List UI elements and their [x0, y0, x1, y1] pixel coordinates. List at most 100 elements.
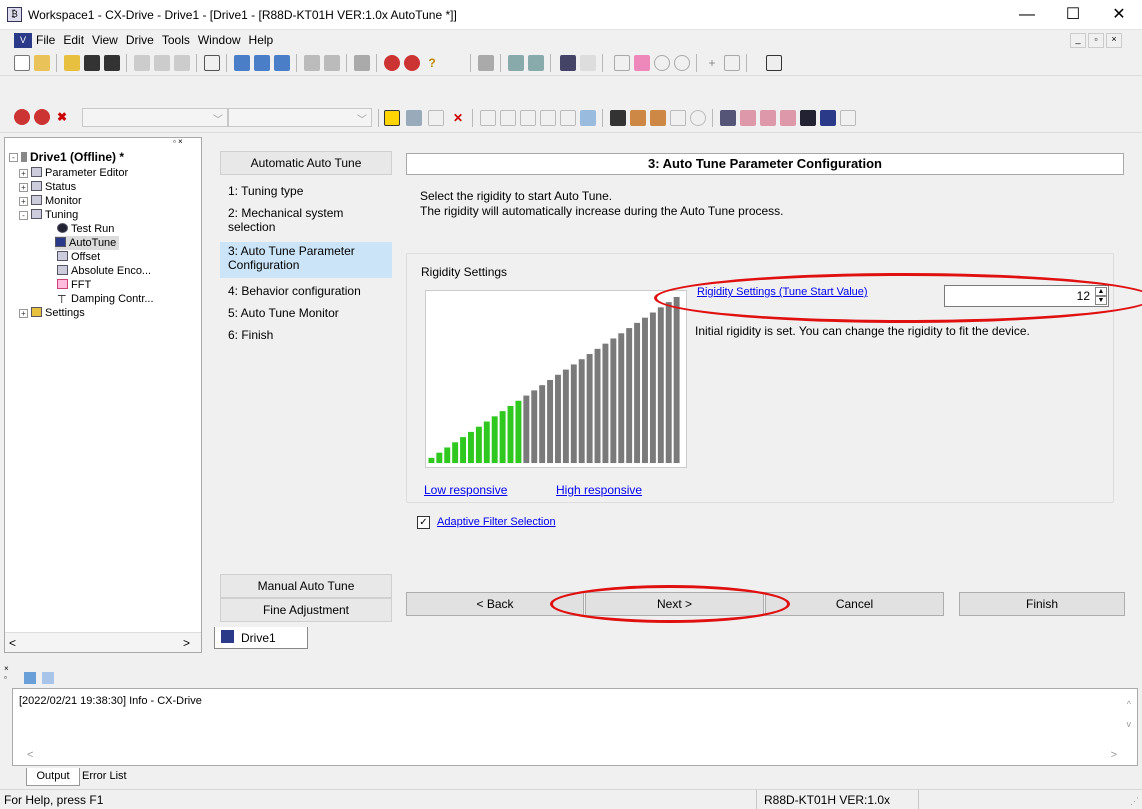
graph-icon[interactable]	[740, 110, 756, 126]
adaptive-filter-checkbox[interactable]: ✓	[417, 516, 430, 529]
view-1-icon[interactable]	[234, 55, 250, 71]
scroll-down-icon[interactable]: v	[1127, 719, 1132, 729]
parameter-editor-icon[interactable]	[720, 110, 736, 126]
nav-fine-adjustment[interactable]: Fine Adjustment	[220, 598, 392, 622]
save-icon[interactable]	[84, 55, 100, 71]
nav-step-5[interactable]: 5: Auto Tune Monitor	[228, 306, 400, 320]
tree-item-absolute-encoder[interactable]: Absolute Enco...	[57, 264, 151, 278]
mdi-restore-button[interactable]: ▫	[1088, 33, 1104, 48]
alarm-icon[interactable]	[650, 110, 666, 126]
menu-view[interactable]: View	[88, 30, 122, 50]
menu-edit[interactable]: Edit	[59, 30, 88, 50]
param-grey-3-icon[interactable]	[500, 110, 516, 126]
tree-item-test-run[interactable]: Test Run	[57, 222, 114, 236]
connect-drive-icon[interactable]	[14, 109, 30, 125]
status-icon[interactable]	[610, 110, 626, 126]
tree-item-autotune[interactable]: AutoTune	[55, 236, 120, 250]
open-icon[interactable]	[64, 55, 80, 71]
param-grey-2-icon[interactable]	[480, 110, 496, 126]
disconnect-drive-icon[interactable]	[34, 109, 50, 125]
clear-output-icon[interactable]	[24, 672, 36, 684]
rigidity-bar-31[interactable]	[665, 302, 672, 464]
rigidity-bar-1[interactable]	[428, 457, 435, 464]
rigidity-bar-21[interactable]	[586, 354, 593, 464]
cut-icon[interactable]	[134, 55, 150, 71]
new-file-icon[interactable]	[14, 55, 30, 71]
compare-icon[interactable]	[528, 55, 544, 71]
copy-icon[interactable]	[154, 55, 170, 71]
warning-icon[interactable]	[384, 110, 400, 126]
rigidity-bar-27[interactable]	[634, 322, 641, 464]
tree-expand-parameter-editor[interactable]: +	[19, 169, 28, 178]
test-run-icon[interactable]	[800, 110, 816, 126]
minimize-button[interactable]: —	[1004, 0, 1050, 30]
rigidity-bar-17[interactable]	[555, 374, 561, 464]
param-grey-5-icon[interactable]	[540, 110, 556, 126]
rigidity-bar-24[interactable]	[610, 338, 617, 464]
rigidity-bar-25[interactable]	[618, 333, 625, 464]
nav-step-4[interactable]: 4: Behavior configuration	[228, 284, 400, 298]
view-2-icon[interactable]	[254, 55, 270, 71]
tree-expand-status[interactable]: +	[19, 183, 28, 192]
autotune-icon[interactable]	[820, 110, 836, 126]
zoom-out-icon[interactable]	[674, 55, 690, 71]
rigidity-bar-7[interactable]	[475, 426, 482, 464]
param-grey-4-icon[interactable]	[520, 110, 536, 126]
zoom-in-icon[interactable]	[654, 55, 670, 71]
trace-icon[interactable]	[670, 110, 686, 126]
rigidity-bar-8[interactable]	[483, 421, 490, 464]
rigidity-bar-19[interactable]	[570, 364, 577, 464]
rigidity-bar-11[interactable]	[507, 405, 514, 464]
rigidity-bar-12[interactable]	[515, 400, 522, 464]
close-button[interactable]: ✕	[1096, 0, 1142, 30]
menu-window[interactable]: Window	[194, 30, 245, 50]
drive-combo-1[interactable]: ﹀	[82, 108, 228, 127]
settings-grey-icon[interactable]	[840, 110, 856, 126]
rigidity-bar-28[interactable]	[642, 317, 648, 464]
param-grey-1-icon[interactable]	[428, 110, 444, 126]
rigidity-bar-3[interactable]	[444, 447, 451, 464]
menu-file[interactable]: File	[32, 30, 59, 50]
print-icon[interactable]	[304, 55, 320, 71]
mdi-minimize-button[interactable]: _	[1070, 33, 1086, 48]
rigidity-bar-2[interactable]	[436, 452, 443, 464]
nav-manual-auto-tune[interactable]: Manual Auto Tune	[220, 574, 392, 598]
scroll-left-icon[interactable]: <	[27, 749, 33, 761]
zoom-select-icon[interactable]	[634, 55, 650, 71]
tree-expand-settings[interactable]: +	[19, 309, 28, 318]
menu-tools[interactable]: Tools	[158, 30, 194, 50]
tree-item-status[interactable]: Status	[31, 180, 76, 194]
power-icon[interactable]	[690, 110, 706, 126]
tree-item-damping-control[interactable]: ⊤ Damping Contr...	[57, 292, 154, 306]
tree-hscrollbar[interactable]: < >	[5, 632, 201, 652]
rigidity-level-chart[interactable]	[425, 290, 687, 468]
rigidity-bar-14[interactable]	[531, 390, 538, 464]
paste-icon[interactable]	[174, 55, 190, 71]
tool-icon[interactable]	[406, 110, 422, 126]
param-blue-icon[interactable]	[580, 110, 596, 126]
rigidity-bar-22[interactable]	[594, 348, 601, 464]
maximize-button[interactable]: ☐	[1050, 0, 1096, 30]
copy-output-icon[interactable]	[42, 672, 54, 684]
find-icon[interactable]	[354, 55, 370, 71]
zoom-fit-icon[interactable]	[614, 55, 630, 71]
save-all-icon[interactable]	[104, 55, 120, 71]
analysis-icon[interactable]	[760, 110, 776, 126]
window-icon[interactable]	[766, 55, 782, 71]
tree-collapse-tuning[interactable]: -	[19, 211, 28, 220]
doc-tab-drive1[interactable]: Drive1	[214, 627, 308, 649]
rigidity-bar-20[interactable]	[578, 359, 585, 464]
fft-icon[interactable]	[780, 110, 796, 126]
nav-step-2[interactable]: 2: Mechanical system selection	[228, 206, 392, 234]
tree-pane-controls[interactable]: ▫ ×	[173, 138, 201, 146]
rigidity-bar-13[interactable]	[523, 395, 530, 464]
menu-drive[interactable]: Drive	[122, 30, 158, 50]
nav-automatic-auto-tune[interactable]: Automatic Auto Tune	[220, 151, 392, 175]
monitor-drive-icon[interactable]	[630, 110, 646, 126]
tab-output[interactable]: Output	[26, 768, 80, 786]
rigidity-bar-30[interactable]	[657, 307, 664, 464]
tree-collapse-root[interactable]: -	[9, 153, 18, 162]
nav-step-6[interactable]: 6: Finish	[228, 328, 400, 342]
rigidity-bar-15[interactable]	[539, 385, 546, 464]
tree-item-offset[interactable]: Offset	[57, 250, 100, 264]
